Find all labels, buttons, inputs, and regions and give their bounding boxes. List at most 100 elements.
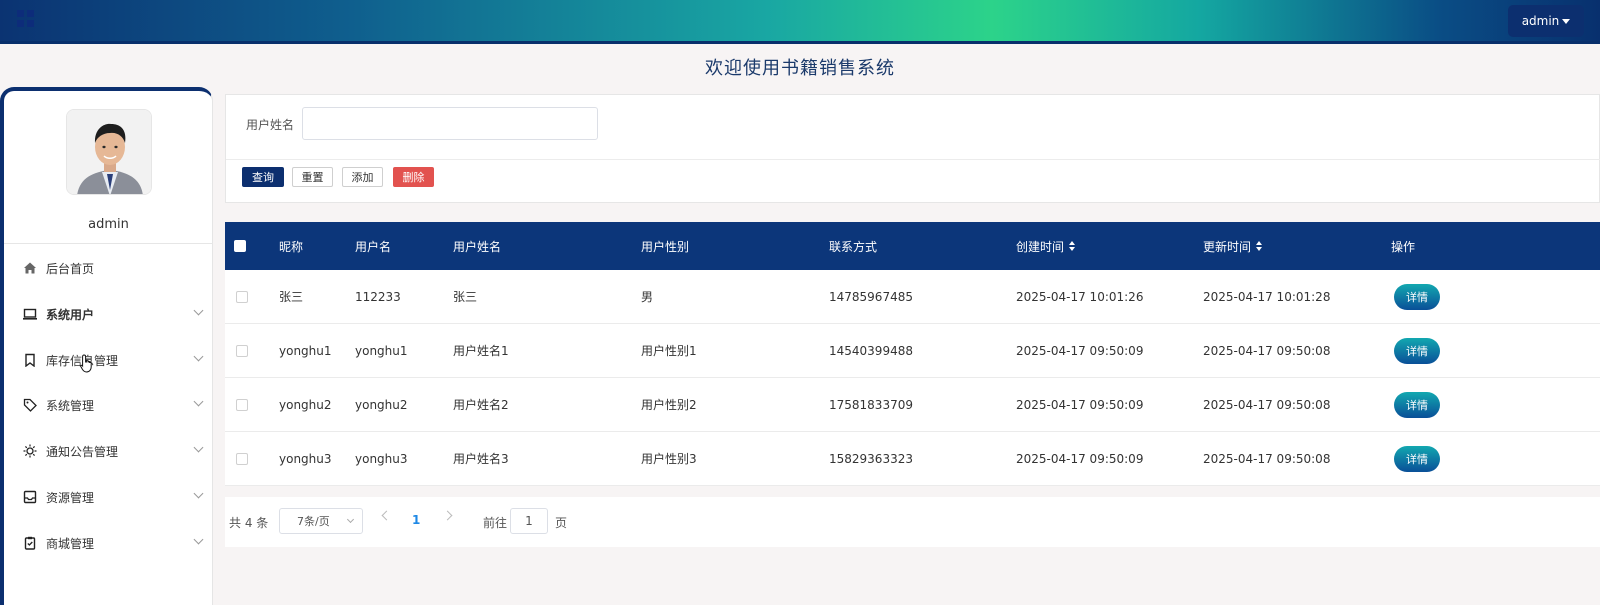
column-header: 用户性别 (641, 239, 690, 254)
page-size-value: 7条/页 (297, 515, 330, 528)
sort-icon[interactable] (1256, 241, 1263, 251)
column-header: 联系方式 (829, 239, 878, 254)
column-header-created[interactable]: 创建时间 (1016, 222, 1076, 270)
search-panel: 用户姓名 查询 重置 添加 删除 (225, 94, 1600, 203)
column-header-label: 更新时间 (1203, 239, 1252, 254)
cell-created: 2025-04-17 10:01:26 (1016, 289, 1144, 304)
detail-button[interactable]: 详情 (1394, 445, 1440, 472)
user-menu-label: admin (1521, 14, 1560, 28)
row-checkbox[interactable] (236, 290, 248, 303)
cell-realname: 张三 (453, 290, 478, 304)
cell-nickname: yonghu3 (279, 451, 332, 466)
sidebar-item-mall[interactable]: 商城管理 (22, 532, 204, 554)
reset-button[interactable]: 重置 (292, 167, 333, 187)
column-header: 用户名 (355, 239, 392, 254)
next-page-icon[interactable] (442, 510, 453, 521)
table-row: yonghu2 yonghu2 用户姓名2 用户性别2 17581833709 … (225, 378, 1600, 432)
cell-updated: 2025-04-17 09:50:08 (1203, 451, 1331, 466)
sidebar-item-label: 商城管理 (46, 536, 95, 551)
page-title: 欢迎使用书籍销售系统 (705, 58, 895, 79)
detail-button[interactable]: 详情 (1394, 283, 1440, 310)
table-row: 张三 112233 张三 男 14785967485 2025-04-17 10… (225, 270, 1600, 324)
chevron-down-icon (193, 534, 204, 545)
row-select-cell (236, 324, 248, 377)
sidebar-item-system-management[interactable]: 系统管理 (22, 394, 204, 416)
sidebar-item-notices[interactable]: 通知公告管理 (22, 440, 204, 462)
cell-updated: 2025-04-17 09:50:08 (1203, 343, 1331, 358)
chevron-down-icon (193, 351, 204, 362)
cell-phone: 14785967485 (829, 289, 913, 304)
sidebar-item-label: 系统用户 (46, 307, 95, 322)
goto-page-input[interactable]: 1 (510, 508, 548, 534)
column-header: 操作 (1391, 239, 1416, 254)
prev-page-icon[interactable] (381, 510, 392, 521)
table-header: 昵称 用户名 用户姓名 用户性别 联系方式 创建时间 更新时间 操作 (225, 222, 1600, 270)
search-label: 用户姓名 (246, 118, 295, 132)
sort-icon[interactable] (1069, 241, 1076, 251)
chevron-down-icon (346, 515, 355, 524)
bookmark-icon (22, 352, 38, 368)
delete-button[interactable]: 删除 (393, 167, 434, 187)
sidebar-item-label: 通知公告管理 (46, 444, 119, 459)
tag-icon (22, 397, 38, 413)
chevron-down-icon (193, 396, 204, 407)
sidebar-item-label: 后台首页 (46, 261, 95, 276)
column-header-updated[interactable]: 更新时间 (1203, 222, 1263, 270)
cell-phone: 17581833709 (829, 397, 913, 412)
table-row: yonghu3 yonghu3 用户姓名3 用户性别3 15829363323 … (225, 432, 1600, 486)
user-menu-button[interactable]: admin (1508, 5, 1584, 37)
sidebar-item-label: 资源管理 (46, 490, 95, 505)
cell-gender: 用户性别3 (641, 452, 697, 466)
cell-username: yonghu1 (355, 343, 408, 358)
cell-action: 详情 (1394, 378, 1440, 431)
hand-cursor-icon (80, 354, 92, 373)
home-icon (22, 260, 38, 276)
page-size-select[interactable]: 7条/页 (279, 508, 363, 534)
sidebar-item-home[interactable]: 后台首页 (22, 257, 202, 279)
inbox-icon (22, 489, 38, 505)
row-checkbox[interactable] (236, 398, 248, 411)
cell-action: 详情 (1394, 432, 1440, 485)
cell-nickname: yonghu2 (279, 397, 332, 412)
add-button[interactable]: 添加 (342, 167, 383, 187)
divider (4, 243, 213, 244)
row-checkbox[interactable] (236, 344, 248, 357)
select-all-cell (234, 222, 246, 270)
cell-nickname: yonghu1 (279, 343, 332, 358)
table-row: yonghu1 yonghu1 用户姓名1 用户性别1 14540399488 … (225, 324, 1600, 378)
query-button[interactable]: 查询 (242, 167, 284, 187)
cell-action: 详情 (1394, 270, 1440, 323)
menu-grid-icon[interactable] (17, 10, 34, 27)
page-number-current[interactable]: 1 (412, 513, 420, 527)
divider (226, 159, 1600, 160)
detail-button[interactable]: 详情 (1394, 391, 1440, 418)
select-all-checkbox[interactable] (234, 240, 246, 252)
detail-button[interactable]: 详情 (1394, 337, 1440, 364)
row-select-cell (236, 432, 248, 485)
row-select-cell (236, 270, 248, 323)
sidebar-item-inventory[interactable]: 库存信息管理 (22, 349, 204, 371)
cell-nickname: 张三 (279, 290, 304, 304)
cell-created: 2025-04-17 09:50:09 (1016, 343, 1144, 358)
top-bar: admin (0, 0, 1600, 44)
search-input[interactable] (302, 107, 598, 140)
row-checkbox[interactable] (236, 452, 248, 465)
sun-icon (22, 443, 38, 459)
cell-gender: 男 (641, 290, 654, 304)
column-header: 昵称 (279, 239, 304, 254)
cell-username: 112233 (355, 289, 401, 304)
chevron-down-icon (193, 305, 204, 316)
cell-created: 2025-04-17 09:50:09 (1016, 397, 1144, 412)
sidebar-item-resources[interactable]: 资源管理 (22, 486, 204, 508)
sidebar: admin 后台首页 系统用户 库存信息管理 系统管理 通知公告管理 资源管理 … (0, 87, 213, 605)
goto-label: 前往 (483, 516, 508, 530)
sidebar-item-system-users[interactable]: 系统用户 (22, 303, 204, 325)
column-header-label: 创建时间 (1016, 239, 1065, 254)
chevron-down-icon (193, 442, 204, 453)
users-table: 昵称 用户名 用户姓名 用户性别 联系方式 创建时间 更新时间 操作 张三 11… (225, 222, 1600, 486)
clipboard-icon (22, 535, 38, 551)
cell-gender: 用户性别2 (641, 398, 697, 412)
cell-realname: 用户姓名1 (453, 344, 509, 358)
cell-action: 详情 (1394, 324, 1440, 377)
sidebar-user-name: admin (88, 217, 129, 232)
